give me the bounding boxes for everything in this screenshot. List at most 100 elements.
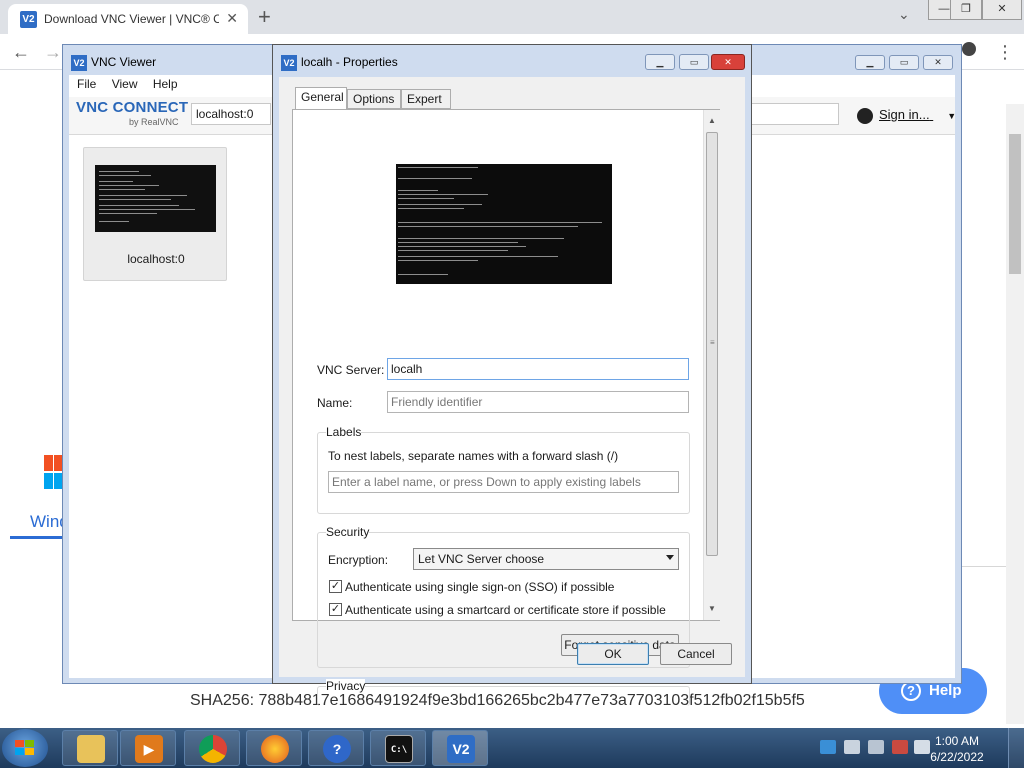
scroll-down-icon[interactable]: ▼ bbox=[708, 604, 716, 613]
clock-date: 6/22/2022 bbox=[930, 750, 984, 764]
window-restore-icon[interactable]: ❐ bbox=[950, 0, 982, 20]
vnc-viewer-title: VNC Viewer bbox=[91, 55, 157, 70]
tray-network-icon[interactable] bbox=[820, 740, 836, 754]
sign-in-button[interactable]: Sign in... ▼ bbox=[857, 107, 956, 124]
dialog-body: General Options Expert VNC Server: local… bbox=[279, 77, 745, 706]
menu-help[interactable]: Help bbox=[153, 77, 178, 91]
profile-avatar-icon[interactable] bbox=[962, 42, 976, 56]
labels-group-title: Labels bbox=[326, 425, 362, 439]
encryption-value: Let VNC Server choose bbox=[418, 552, 545, 566]
taskbar-media-player[interactable]: ▶ bbox=[120, 730, 176, 766]
tray-flag-icon[interactable] bbox=[892, 740, 908, 754]
chrome-icon bbox=[199, 735, 227, 763]
firefox-icon bbox=[261, 735, 289, 763]
scroll-up-icon[interactable]: ▲ bbox=[708, 116, 716, 125]
browser-tab-bar: V2 Download VNC Viewer | VNC® C ✕ + ⌄ — … bbox=[0, 0, 1024, 34]
vnc-favicon-icon: V2 bbox=[20, 11, 37, 28]
sso-label: Authenticate using single sign-on (SSO) … bbox=[345, 580, 615, 594]
sso-checkbox[interactable]: ✓ bbox=[329, 580, 342, 593]
folder-icon bbox=[77, 735, 105, 763]
windows-logo-icon bbox=[44, 455, 64, 491]
back-arrow-icon[interactable]: ← bbox=[12, 42, 30, 63]
taskbar-explorer[interactable] bbox=[62, 730, 118, 766]
page-scrollbar[interactable] bbox=[1006, 104, 1024, 724]
connection-thumbnail bbox=[95, 165, 216, 232]
forward-arrow-icon[interactable]: → bbox=[44, 42, 62, 63]
tab-search-chevron-icon[interactable]: ⌄ bbox=[898, 6, 910, 23]
help-support-icon: ? bbox=[323, 735, 351, 763]
scroll-grip-icon: ≡ bbox=[710, 338, 715, 347]
name-label: Name: bbox=[317, 396, 353, 410]
vnc-app-icon: V2 bbox=[71, 55, 87, 71]
taskbar-cmd[interactable]: C:\ bbox=[370, 730, 426, 766]
smartcard-checkbox[interactable]: ✓ bbox=[329, 603, 342, 616]
taskbar-help[interactable]: ? bbox=[308, 730, 364, 766]
vnc-maximize-icon[interactable]: ▭ bbox=[889, 55, 919, 70]
windows-start-icon bbox=[15, 740, 35, 756]
browser-tab[interactable]: V2 Download VNC Viewer | VNC® C ✕ bbox=[8, 4, 248, 34]
ok-button[interactable]: OK bbox=[577, 643, 649, 665]
panel-scrollbar[interactable]: ▲ ≡ ▼ bbox=[703, 110, 720, 620]
dialog-close-icon[interactable]: ✕ bbox=[711, 54, 745, 70]
privacy-group: Privacy bbox=[317, 679, 690, 706]
tab-close-icon[interactable]: ✕ bbox=[226, 10, 238, 27]
vnc-connect-logo: VNC CONNECT bbox=[76, 99, 189, 116]
tab-options[interactable]: Options bbox=[347, 89, 401, 109]
platform-tab-underline bbox=[10, 536, 64, 539]
taskbar-chrome[interactable] bbox=[184, 730, 240, 766]
tab-general[interactable]: General bbox=[295, 87, 347, 110]
sign-in-label: Sign in... bbox=[879, 107, 930, 122]
tray-display-icon[interactable] bbox=[868, 740, 884, 754]
labels-input[interactable]: Enter a label name, or press Down to app… bbox=[328, 471, 679, 493]
general-tab-panel: VNC Server: localh Name: Friendly identi… bbox=[292, 109, 720, 706]
new-tab-button[interactable]: + bbox=[258, 4, 271, 30]
start-button[interactable] bbox=[2, 729, 48, 767]
properties-dialog: V2 localh - Properties ▁ ▭ ✕ General Opti… bbox=[272, 44, 752, 706]
page-scroll-thumb[interactable] bbox=[1009, 134, 1021, 274]
tab-expert[interactable]: Expert bbox=[401, 89, 451, 109]
clock-time: 1:00 AM bbox=[934, 734, 980, 748]
vnc-menubar: File View Help bbox=[77, 77, 190, 91]
taskbar-vnc-viewer[interactable]: V2 bbox=[432, 730, 488, 766]
user-icon bbox=[857, 107, 873, 124]
encryption-label: Encryption: bbox=[328, 553, 389, 567]
dialog-app-icon: V2 bbox=[281, 55, 297, 71]
vnc-viewer-titlebar: V2 VNC Viewer bbox=[71, 55, 156, 71]
taskbar-clock[interactable]: 1:00 AM 6/22/2022 bbox=[924, 733, 990, 765]
panel-scroll-thumb[interactable]: ≡ bbox=[706, 132, 718, 556]
window-close-icon[interactable]: ✕ bbox=[982, 0, 1022, 20]
tab-title: Download VNC Viewer | VNC® C bbox=[44, 12, 219, 26]
tray-device-icon[interactable] bbox=[844, 740, 860, 754]
vnc-search-input[interactable] bbox=[751, 103, 839, 125]
labels-hint: To nest labels, separate names with a fo… bbox=[328, 449, 619, 463]
dialog-titlebar: V2 localh - Properties bbox=[281, 55, 398, 71]
vnc-brand-sub: by RealVNC bbox=[129, 117, 179, 127]
taskbar-firefox[interactable] bbox=[246, 730, 302, 766]
vnc-minimize-icon[interactable]: ▁ bbox=[855, 55, 885, 70]
labels-group: Labels To nest labels, separate names wi… bbox=[317, 425, 690, 514]
smartcard-label: Authenticate using a smartcard or certif… bbox=[345, 603, 666, 617]
connection-card[interactable]: localhost:0 bbox=[83, 147, 227, 281]
vnc-taskbar-icon: V2 bbox=[447, 735, 475, 763]
menu-file[interactable]: File bbox=[77, 77, 96, 91]
menu-view[interactable]: View bbox=[112, 77, 138, 91]
dialog-minimize-icon[interactable]: ▁ bbox=[645, 54, 675, 70]
vnc-server-input[interactable]: localh bbox=[387, 358, 689, 380]
command-prompt-icon: C:\ bbox=[385, 735, 413, 763]
help-icon: ? bbox=[901, 681, 921, 701]
dialog-title: localh - Properties bbox=[301, 55, 398, 70]
sign-in-dropdown-icon[interactable]: ▼ bbox=[947, 111, 956, 121]
dropdown-arrow-icon bbox=[666, 555, 674, 560]
encryption-select[interactable]: Let VNC Server choose bbox=[413, 548, 679, 570]
media-player-icon: ▶ bbox=[135, 735, 163, 763]
browser-menu-icon[interactable]: ⋮ bbox=[996, 42, 1014, 63]
show-desktop-button[interactable] bbox=[1008, 728, 1024, 768]
vnc-address-input[interactable]: localhost:0 bbox=[191, 103, 271, 125]
name-input[interactable]: Friendly identifier bbox=[387, 391, 689, 413]
dialog-maximize-icon[interactable]: ▭ bbox=[679, 54, 709, 70]
vnc-server-label: VNC Server: bbox=[317, 363, 385, 377]
cancel-button[interactable]: Cancel bbox=[660, 643, 732, 665]
security-group-title: Security bbox=[326, 525, 370, 539]
privacy-group-title: Privacy bbox=[326, 679, 366, 693]
vnc-close-icon[interactable]: ✕ bbox=[923, 55, 953, 70]
